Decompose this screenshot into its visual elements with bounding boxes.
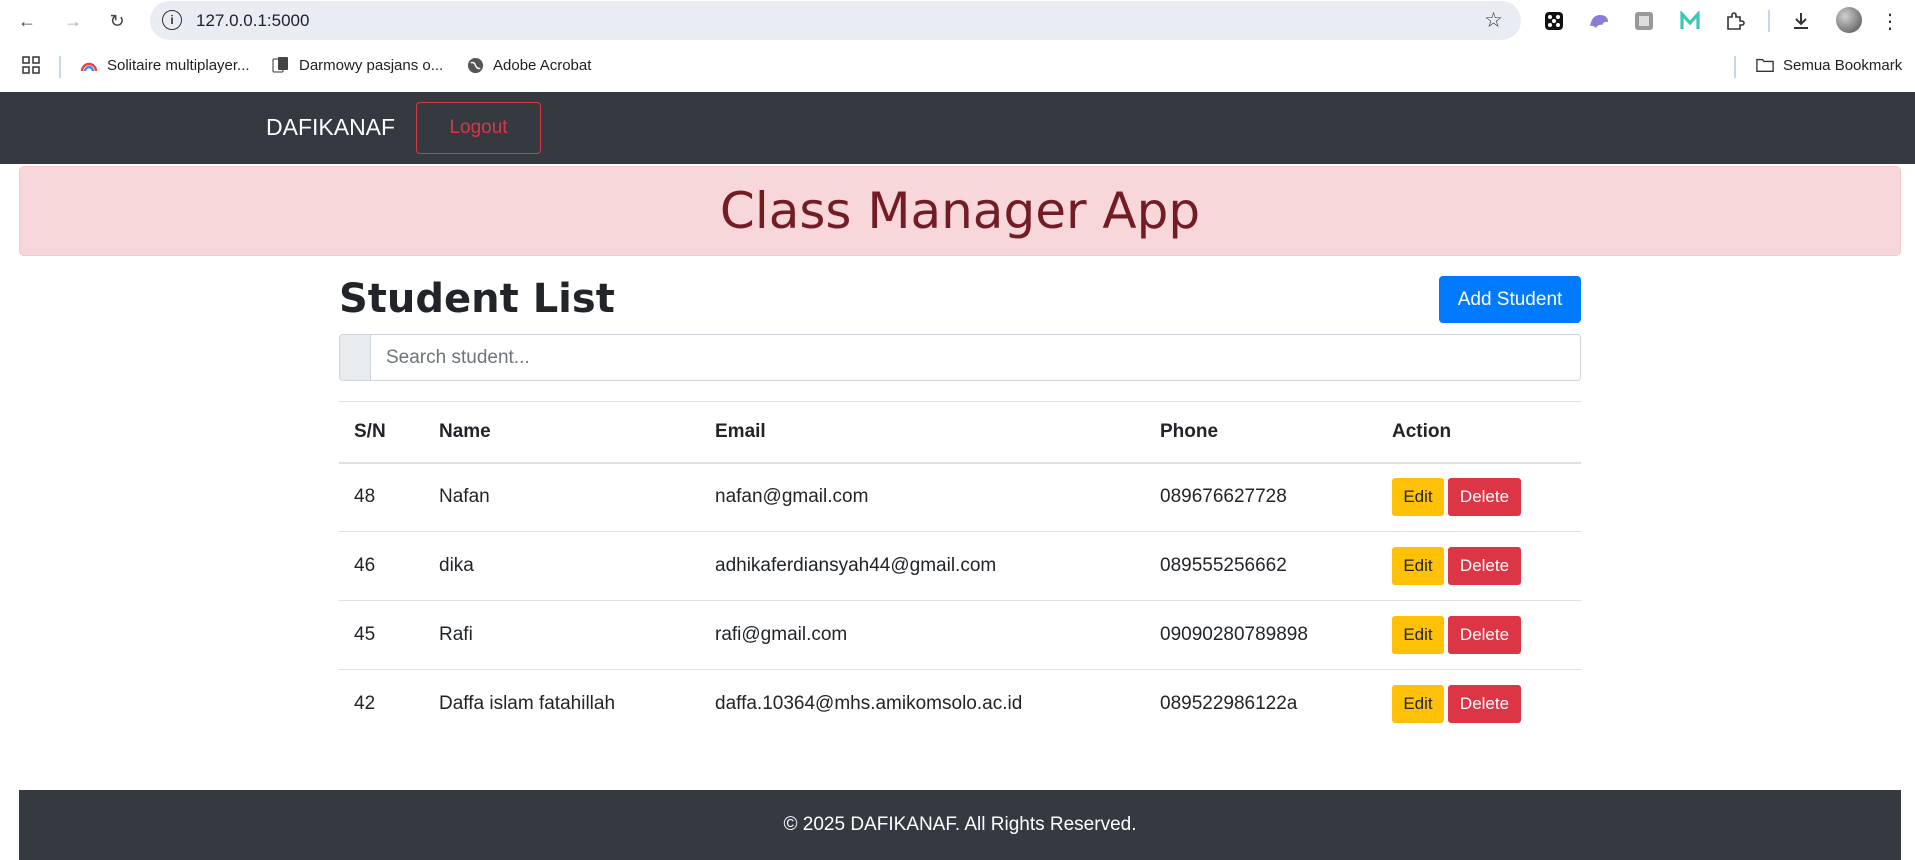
table-row: 46 dika adhikaferdiansyah44@gmail.com 08…	[339, 531, 1581, 601]
page-title: Student List	[339, 276, 615, 322]
cell-phone: 09090280789898	[1145, 600, 1377, 670]
cell-name: Nafan	[424, 462, 700, 532]
column-header-email: Email	[700, 401, 1145, 464]
bookmark-item[interactable]: Solitaire multiplayer...	[80, 56, 250, 74]
bookmark-label: Solitaire multiplayer...	[107, 56, 250, 74]
cell-action: Edit Delete	[1377, 531, 1581, 601]
search-input[interactable]	[371, 335, 1580, 380]
student-table: S/N Name Email Phone Action 48 Nafan naf…	[339, 401, 1581, 739]
column-header-name: Name	[424, 401, 700, 464]
cell-phone: 089555256662	[1145, 531, 1377, 601]
edit-button[interactable]: Edit	[1392, 478, 1444, 517]
extensions-puzzle-icon[interactable]	[1722, 8, 1748, 34]
cell-action: Edit Delete	[1377, 670, 1581, 739]
cell-sn: 48	[339, 462, 424, 532]
bookmark-label: Darmowy pasjans o...	[299, 56, 444, 74]
cell-action: Edit Delete	[1377, 600, 1581, 670]
cell-email: nafan@gmail.com	[700, 462, 1145, 532]
bookmark-star-icon[interactable]: ☆	[1484, 8, 1503, 33]
delete-button[interactable]: Delete	[1448, 478, 1521, 517]
brand-link[interactable]: DAFIKANAF	[266, 114, 395, 141]
folder-icon	[1756, 56, 1774, 74]
site-info-icon[interactable]: i	[162, 10, 182, 30]
cell-sn: 45	[339, 600, 424, 670]
bookmarks-bar: Solitaire multiplayer... Darmowy pasjans…	[0, 41, 1915, 92]
cell-phone: 089676627728	[1145, 462, 1377, 532]
column-header-action: Action	[1377, 401, 1581, 464]
cell-sn: 46	[339, 531, 424, 601]
download-icon[interactable]	[1788, 8, 1814, 34]
edit-button[interactable]: Edit	[1392, 547, 1444, 585]
cell-email: rafi@gmail.com	[700, 600, 1145, 670]
footer-copyright: © 2025 DAFIKANAF. All Rights Reserved.	[783, 814, 1137, 835]
all-bookmarks[interactable]: Semua Bookmark	[1756, 56, 1902, 74]
back-icon[interactable]: ←	[14, 8, 40, 34]
logout-button[interactable]: Logout	[416, 102, 541, 154]
cards-icon	[272, 56, 290, 74]
cell-action: Edit Delete	[1377, 462, 1581, 532]
app-title: Class Manager App	[719, 182, 1201, 240]
column-header-sn: S/N	[339, 401, 424, 464]
cell-name: Rafi	[424, 600, 700, 670]
edit-button[interactable]: Edit	[1392, 616, 1444, 654]
column-header-phone: Phone	[1145, 401, 1377, 464]
app-navbar: DAFIKANAF Logout	[0, 92, 1915, 164]
bookmark-item[interactable]: Adobe Acrobat	[466, 56, 591, 74]
bookmark-item[interactable]: Darmowy pasjans o...	[272, 56, 443, 74]
toolbar-divider	[1768, 10, 1770, 32]
add-student-button[interactable]: Add Student	[1439, 276, 1581, 323]
cell-phone: 089522986122a	[1160, 693, 1298, 715]
apps-grid-icon[interactable]	[22, 56, 40, 74]
delete-button[interactable]: Delete	[1448, 547, 1521, 585]
app-header-banner: Class Manager App	[19, 166, 1901, 256]
extension-ghost-icon[interactable]	[1586, 8, 1612, 34]
search-prepend	[340, 335, 371, 380]
address-bar[interactable]: i 127.0.0.1:5000 ☆	[150, 1, 1521, 40]
page-footer: © 2025 DAFIKANAF. All Rights Reserved.	[19, 790, 1901, 860]
search-group	[339, 334, 1581, 381]
extension-m-icon[interactable]	[1677, 8, 1703, 34]
profile-avatar[interactable]	[1836, 7, 1862, 33]
menu-kebab-icon[interactable]: ⋮	[1877, 8, 1903, 34]
table-row: 42 Daffa islam fatahillah daffa.10364@mh…	[339, 670, 1581, 739]
bookmark-divider	[1734, 56, 1736, 78]
all-bookmarks-label: Semua Bookmark	[1783, 56, 1903, 74]
browser-toolbar: ← → ↻ i 127.0.0.1:5000 ☆ ⋮	[0, 0, 1915, 41]
delete-button[interactable]: Delete	[1448, 685, 1521, 724]
bookmark-divider	[59, 56, 61, 78]
globe-icon	[466, 56, 484, 74]
cell-name: dika	[424, 531, 700, 601]
edit-button[interactable]: Edit	[1392, 685, 1444, 724]
extension-dice-icon[interactable]	[1541, 8, 1567, 34]
forward-icon[interactable]: →	[60, 8, 86, 34]
table-header-row: S/N Name Email Phone Action	[339, 401, 1581, 464]
extension-image-icon[interactable]	[1631, 8, 1657, 34]
rainbow-icon	[80, 56, 98, 74]
reload-icon[interactable]: ↻	[104, 8, 130, 34]
cell-sn: 42	[354, 693, 376, 715]
url-text[interactable]: 127.0.0.1:5000	[196, 11, 309, 31]
delete-button[interactable]: Delete	[1448, 616, 1521, 654]
bookmark-label: Adobe Acrobat	[493, 56, 592, 74]
cell-name: Daffa islam fatahillah	[439, 693, 616, 715]
cell-email: daffa.10364@mhs.amikomsolo.ac.id	[715, 693, 1023, 715]
table-row: 48 Nafan nafan@gmail.com 089676627728 Ed…	[339, 462, 1581, 532]
table-row: 45 Rafi rafi@gmail.com 09090280789898 Ed…	[339, 600, 1581, 670]
cell-email: adhikaferdiansyah44@gmail.com	[700, 531, 1145, 601]
